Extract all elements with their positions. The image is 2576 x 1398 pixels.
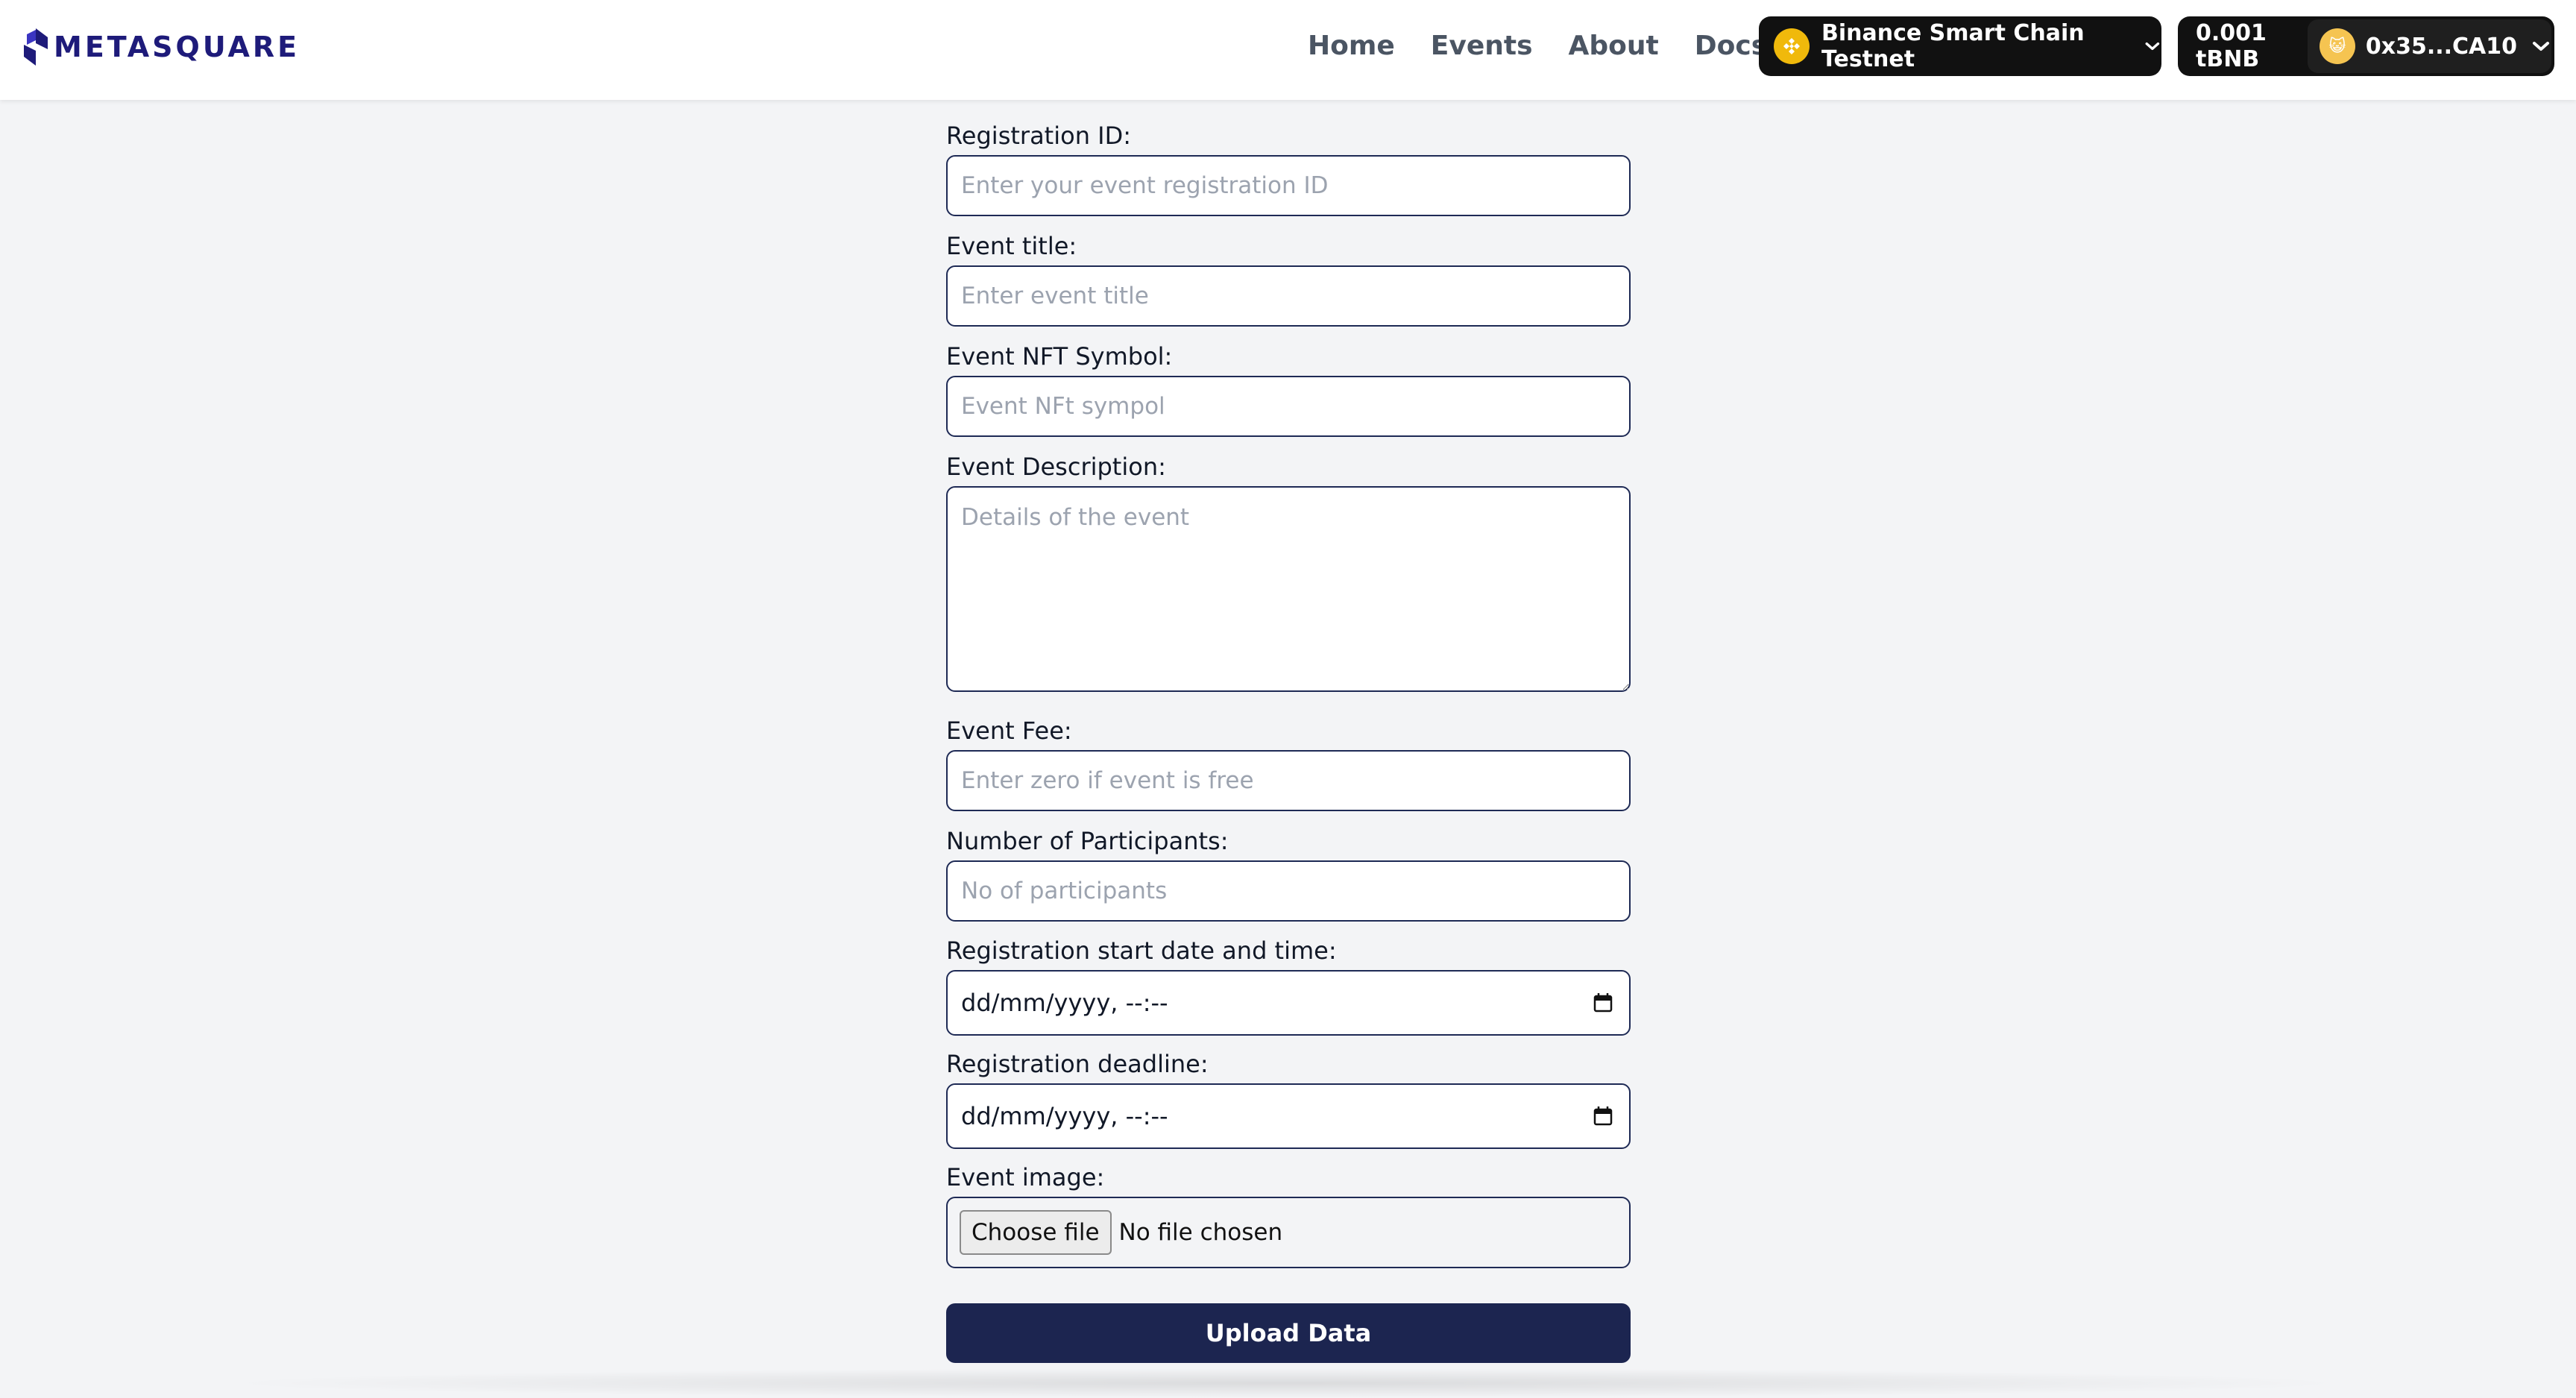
start-datetime-value: dd/mm/yyyy, --:--	[961, 989, 1168, 1017]
event-title-label: Event title:	[946, 232, 1077, 260]
nft-symbol-input[interactable]	[946, 376, 1631, 437]
event-image-file-input: Choose file No file chosen	[946, 1197, 1631, 1268]
file-status-text: No file chosen	[1118, 1219, 1283, 1246]
choose-file-button[interactable]: Choose file	[960, 1210, 1112, 1255]
event-title-input[interactable]	[946, 265, 1631, 327]
nav-events[interactable]: Events	[1431, 31, 1533, 61]
nav-about[interactable]: About	[1569, 31, 1659, 61]
start-datetime-label: Registration start date and time:	[946, 936, 1337, 965]
nft-symbol-label: Event NFT Symbol:	[946, 342, 1173, 371]
metasquare-logo-icon	[24, 28, 48, 66]
brand-logo[interactable]: METASQUARE	[22, 27, 300, 67]
wallet-balance[interactable]: 0.001 tBNB	[2178, 20, 2308, 72]
registration-id-label: Registration ID:	[946, 122, 1131, 150]
event-fee-label: Event Fee:	[946, 717, 1072, 745]
deadline-datetime-value: dd/mm/yyyy, --:--	[961, 1102, 1168, 1130]
deadline-label: Registration deadline:	[946, 1050, 1209, 1078]
registration-id-input[interactable]	[946, 155, 1631, 216]
nav-home[interactable]: Home	[1308, 31, 1395, 61]
chevron-down-icon	[2533, 42, 2549, 51]
top-navbar: METASQUARE Home Events About Docs Binanc…	[0, 0, 2576, 100]
network-name: Binance Smart Chain Testnet	[1821, 20, 2085, 72]
calendar-icon[interactable]	[1592, 1105, 1614, 1127]
participants-label: Number of Participants:	[946, 827, 1229, 855]
chevron-down-icon	[2145, 42, 2160, 51]
main-nav: Home Events About Docs	[1308, 27, 1767, 64]
network-selector-button[interactable]: Binance Smart Chain Testnet	[1759, 16, 2161, 76]
bnb-icon	[1774, 28, 1810, 64]
event-fee-input[interactable]	[946, 750, 1631, 811]
participants-input[interactable]	[946, 860, 1631, 922]
wallet-account-button: 0.001 tBNB 😺 0x35...CA10	[2178, 16, 2554, 76]
account-address-button[interactable]: 😺 0x35...CA10	[2307, 19, 2551, 73]
description-label: Event Description:	[946, 453, 1166, 481]
description-textarea[interactable]	[946, 486, 1631, 692]
brand-name: METASQUARE	[54, 31, 300, 63]
start-datetime-input[interactable]: dd/mm/yyyy, --:--	[946, 970, 1631, 1036]
account-avatar-icon: 😺	[2319, 28, 2355, 64]
calendar-icon[interactable]	[1592, 992, 1614, 1014]
nav-docs[interactable]: Docs	[1695, 31, 1767, 61]
upload-data-button[interactable]: Upload Data	[946, 1303, 1631, 1363]
account-address: 0x35...CA10	[2365, 33, 2517, 60]
deadline-datetime-input[interactable]: dd/mm/yyyy, --:--	[946, 1083, 1631, 1149]
event-image-label: Event image:	[946, 1163, 1105, 1191]
footer-shadow	[216, 1368, 2356, 1398]
